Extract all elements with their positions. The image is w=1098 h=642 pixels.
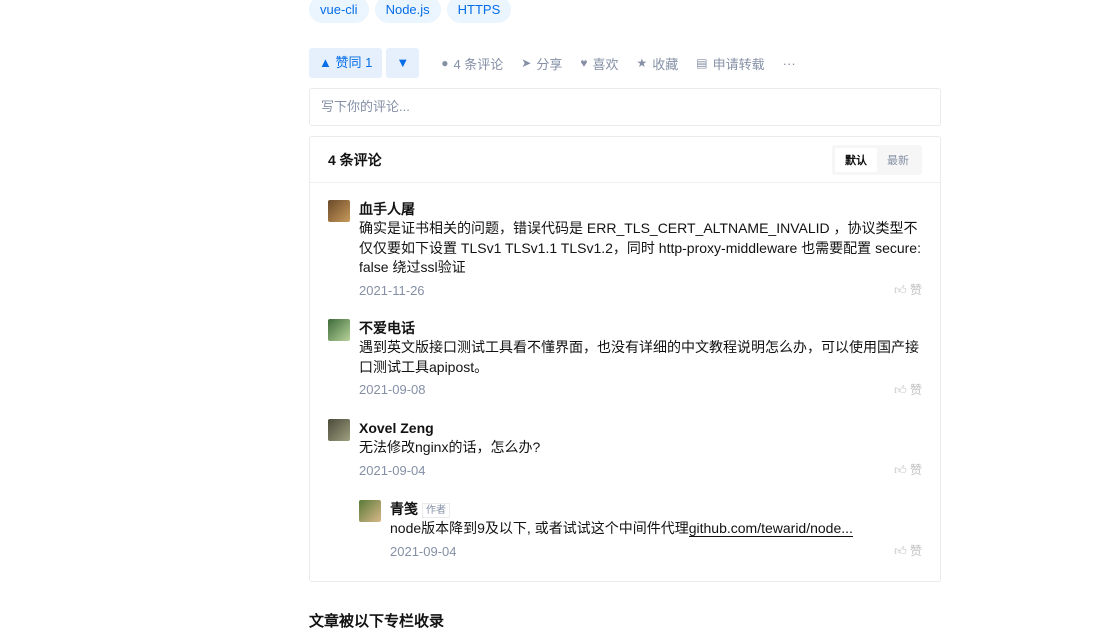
downvote-button[interactable]: ▼ xyxy=(386,48,420,78)
comment-text: 确实是证书相关的问题，错误代码是 ERR_TLS_CERT_ALTNAME_IN… xyxy=(359,220,921,275)
share-button[interactable]: ➤ 分享 xyxy=(521,54,562,73)
github-link[interactable]: github.com/tewarid/node... xyxy=(688,520,853,537)
comments-header: 4 条评论 默认 最新 xyxy=(310,137,940,183)
thumbs-up-icon: 👍︎ xyxy=(894,283,907,297)
comment-item: Xovel Zeng 无法修改nginx的话，怎么办? 2021-09-04 👍… xyxy=(328,419,922,480)
like-text: 赞 xyxy=(909,544,922,558)
comment-author[interactable]: 青笺 xyxy=(390,501,418,517)
reply-text: node版本降到9及以下, 或者试试这个中间件代理 xyxy=(390,520,689,536)
comment-like-button[interactable]: 👍︎ 赞 xyxy=(894,542,922,559)
document-icon: ▤ xyxy=(696,56,708,70)
comment-text: 遇到英文版接口测试工具看不懂界面，也没有详细的中文教程说明怎么办，可以使用国产接… xyxy=(359,339,919,375)
send-icon: ➤ xyxy=(521,56,532,70)
heart-icon: ♥ xyxy=(580,56,588,70)
thumbs-up-icon: 👍︎ xyxy=(894,463,907,477)
comment-item: 血手人屠 确实是证书相关的问题，错误代码是 ERR_TLS_CERT_ALTNA… xyxy=(328,200,922,300)
tag-nodejs[interactable]: Node.js xyxy=(374,0,441,23)
repost-label: 申请转载 xyxy=(712,56,765,72)
comment-text: node版本降到9及以下, 或者试试这个中间件代理github.com/tewa… xyxy=(390,519,922,539)
tag-vue-cli[interactable]: vue-cli xyxy=(309,0,369,23)
tag-list: vue-cli Node.js HTTPS xyxy=(309,0,512,23)
comment-author[interactable]: 血手人屠 xyxy=(359,200,922,219)
like-text: 赞 xyxy=(909,463,922,477)
avatar[interactable] xyxy=(328,200,350,222)
star-icon: ★ xyxy=(636,56,648,70)
like-text: 赞 xyxy=(909,283,922,297)
comment-like-button[interactable]: 👍︎ 赞 xyxy=(894,461,922,478)
comment-author[interactable]: 不爱电话 xyxy=(359,319,922,338)
like-button[interactable]: ♥ 喜欢 xyxy=(580,54,618,73)
comments-label: 4 条评论 xyxy=(453,56,504,72)
sort-switch: 默认 最新 xyxy=(832,144,922,175)
sort-default-tab[interactable]: 默认 xyxy=(835,147,877,172)
avatar[interactable] xyxy=(328,419,350,441)
sort-latest-tab[interactable]: 最新 xyxy=(877,148,919,172)
thumbs-up-icon: 👍︎ xyxy=(894,382,907,397)
tag-https[interactable]: HTTPS xyxy=(446,0,512,23)
avatar[interactable] xyxy=(328,319,350,341)
action-bar: ▲ 赞同 1 ▼ ● 4 条评论 ➤ 分享 ♥ 喜欢 ★ 收藏 ▤ 申请转载 ··· xyxy=(309,48,796,78)
like-label: 喜欢 xyxy=(592,56,619,72)
columns-heading: 文章被以下专栏收录 xyxy=(309,613,445,630)
comments-panel: 4 条评论 默认 最新 血手人屠 确实是证书相关的问题，错误代码是 ERR_TL… xyxy=(309,136,941,582)
comments-button[interactable]: ● 4 条评论 xyxy=(441,54,503,73)
thumbs-up-icon: 👍︎ xyxy=(894,544,907,558)
collect-button[interactable]: ★ 收藏 xyxy=(637,54,679,73)
author-badge: 作者 xyxy=(422,503,450,518)
comment-icon: ● xyxy=(441,56,449,70)
reply-item: 青笺 作者 node版本降到9及以下, 或者试试这个中间件代理github.com… xyxy=(359,500,922,561)
comment-date: 2021-09-08 xyxy=(359,382,426,397)
comment-author[interactable]: Xovel Zeng xyxy=(359,419,922,438)
comments-count: 4 条评论 xyxy=(328,151,382,168)
comment-item: 不爱电话 遇到英文版接口测试工具看不懂界面，也没有详细的中文教程说明怎么办，可以… xyxy=(328,319,922,400)
comment-date: 2021-11-26 xyxy=(359,282,425,298)
avatar[interactable] xyxy=(359,500,381,522)
comment-input[interactable]: 写下你的评论... xyxy=(309,88,941,126)
more-button[interactable]: ··· xyxy=(783,56,796,71)
comment-date: 2021-09-04 xyxy=(359,462,426,478)
comment-date: 2021-09-04 xyxy=(390,543,457,559)
upvote-button[interactable]: ▲ 赞同 1 xyxy=(309,48,383,78)
share-label: 分享 xyxy=(536,56,563,72)
comment-like-button[interactable]: 👍︎ 赞 xyxy=(894,381,922,398)
collect-label: 收藏 xyxy=(652,56,679,72)
comment-like-button[interactable]: 👍︎ 赞 xyxy=(894,281,922,298)
repost-button[interactable]: ▤ 申请转载 xyxy=(696,54,764,73)
like-text: 赞 xyxy=(909,382,922,397)
comment-text: 无法修改nginx的话，怎么办? xyxy=(359,439,541,455)
